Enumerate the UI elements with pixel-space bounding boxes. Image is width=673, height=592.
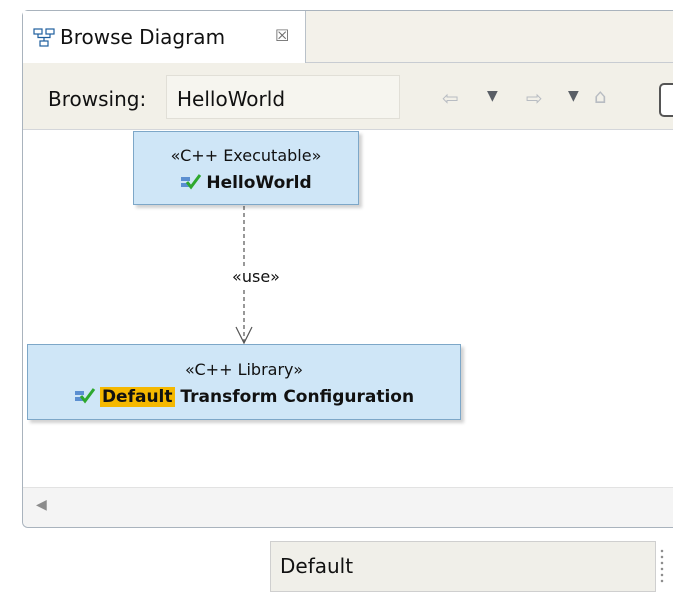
executable-stereotype: «C++ Executable» xyxy=(170,146,322,165)
use-dependency-label: «use» xyxy=(214,267,298,287)
check-config-icon xyxy=(181,174,202,190)
library-name-rest: Transform Configuration xyxy=(174,387,415,407)
scroll-left-icon[interactable]: ◀ xyxy=(36,496,47,514)
back-history-dropdown-icon[interactable]: ▼ xyxy=(487,88,498,104)
configuration-value: Default xyxy=(280,554,354,578)
check-config-icon xyxy=(74,388,96,404)
library-name-row: Default Transform Configuration xyxy=(27,386,461,408)
toolbar-overflow-control[interactable] xyxy=(659,83,673,117)
forward-arrow-icon[interactable]: ⇨ xyxy=(526,86,543,110)
back-arrow-icon[interactable]: ⇦ xyxy=(442,86,459,110)
executable-name: HelloWorld xyxy=(206,173,312,193)
executable-name-row: HelloWorld xyxy=(133,172,359,194)
tab-title: Browse Diagram xyxy=(60,25,226,49)
close-icon[interactable]: ☒ xyxy=(275,26,289,46)
library-name-highlight: Default xyxy=(99,387,175,407)
library-node[interactable] xyxy=(27,344,461,420)
resize-grip-icon[interactable] xyxy=(659,548,665,584)
home-icon[interactable]: ⌂ xyxy=(594,84,607,108)
horizontal-scrollbar[interactable] xyxy=(23,487,673,527)
browsing-value: HelloWorld xyxy=(177,87,286,111)
browsing-label: Browsing: xyxy=(48,87,147,111)
forward-history-dropdown-icon[interactable]: ▼ xyxy=(568,88,579,104)
library-stereotype: «C++ Library» xyxy=(184,360,304,379)
diagram-icon xyxy=(33,28,55,47)
